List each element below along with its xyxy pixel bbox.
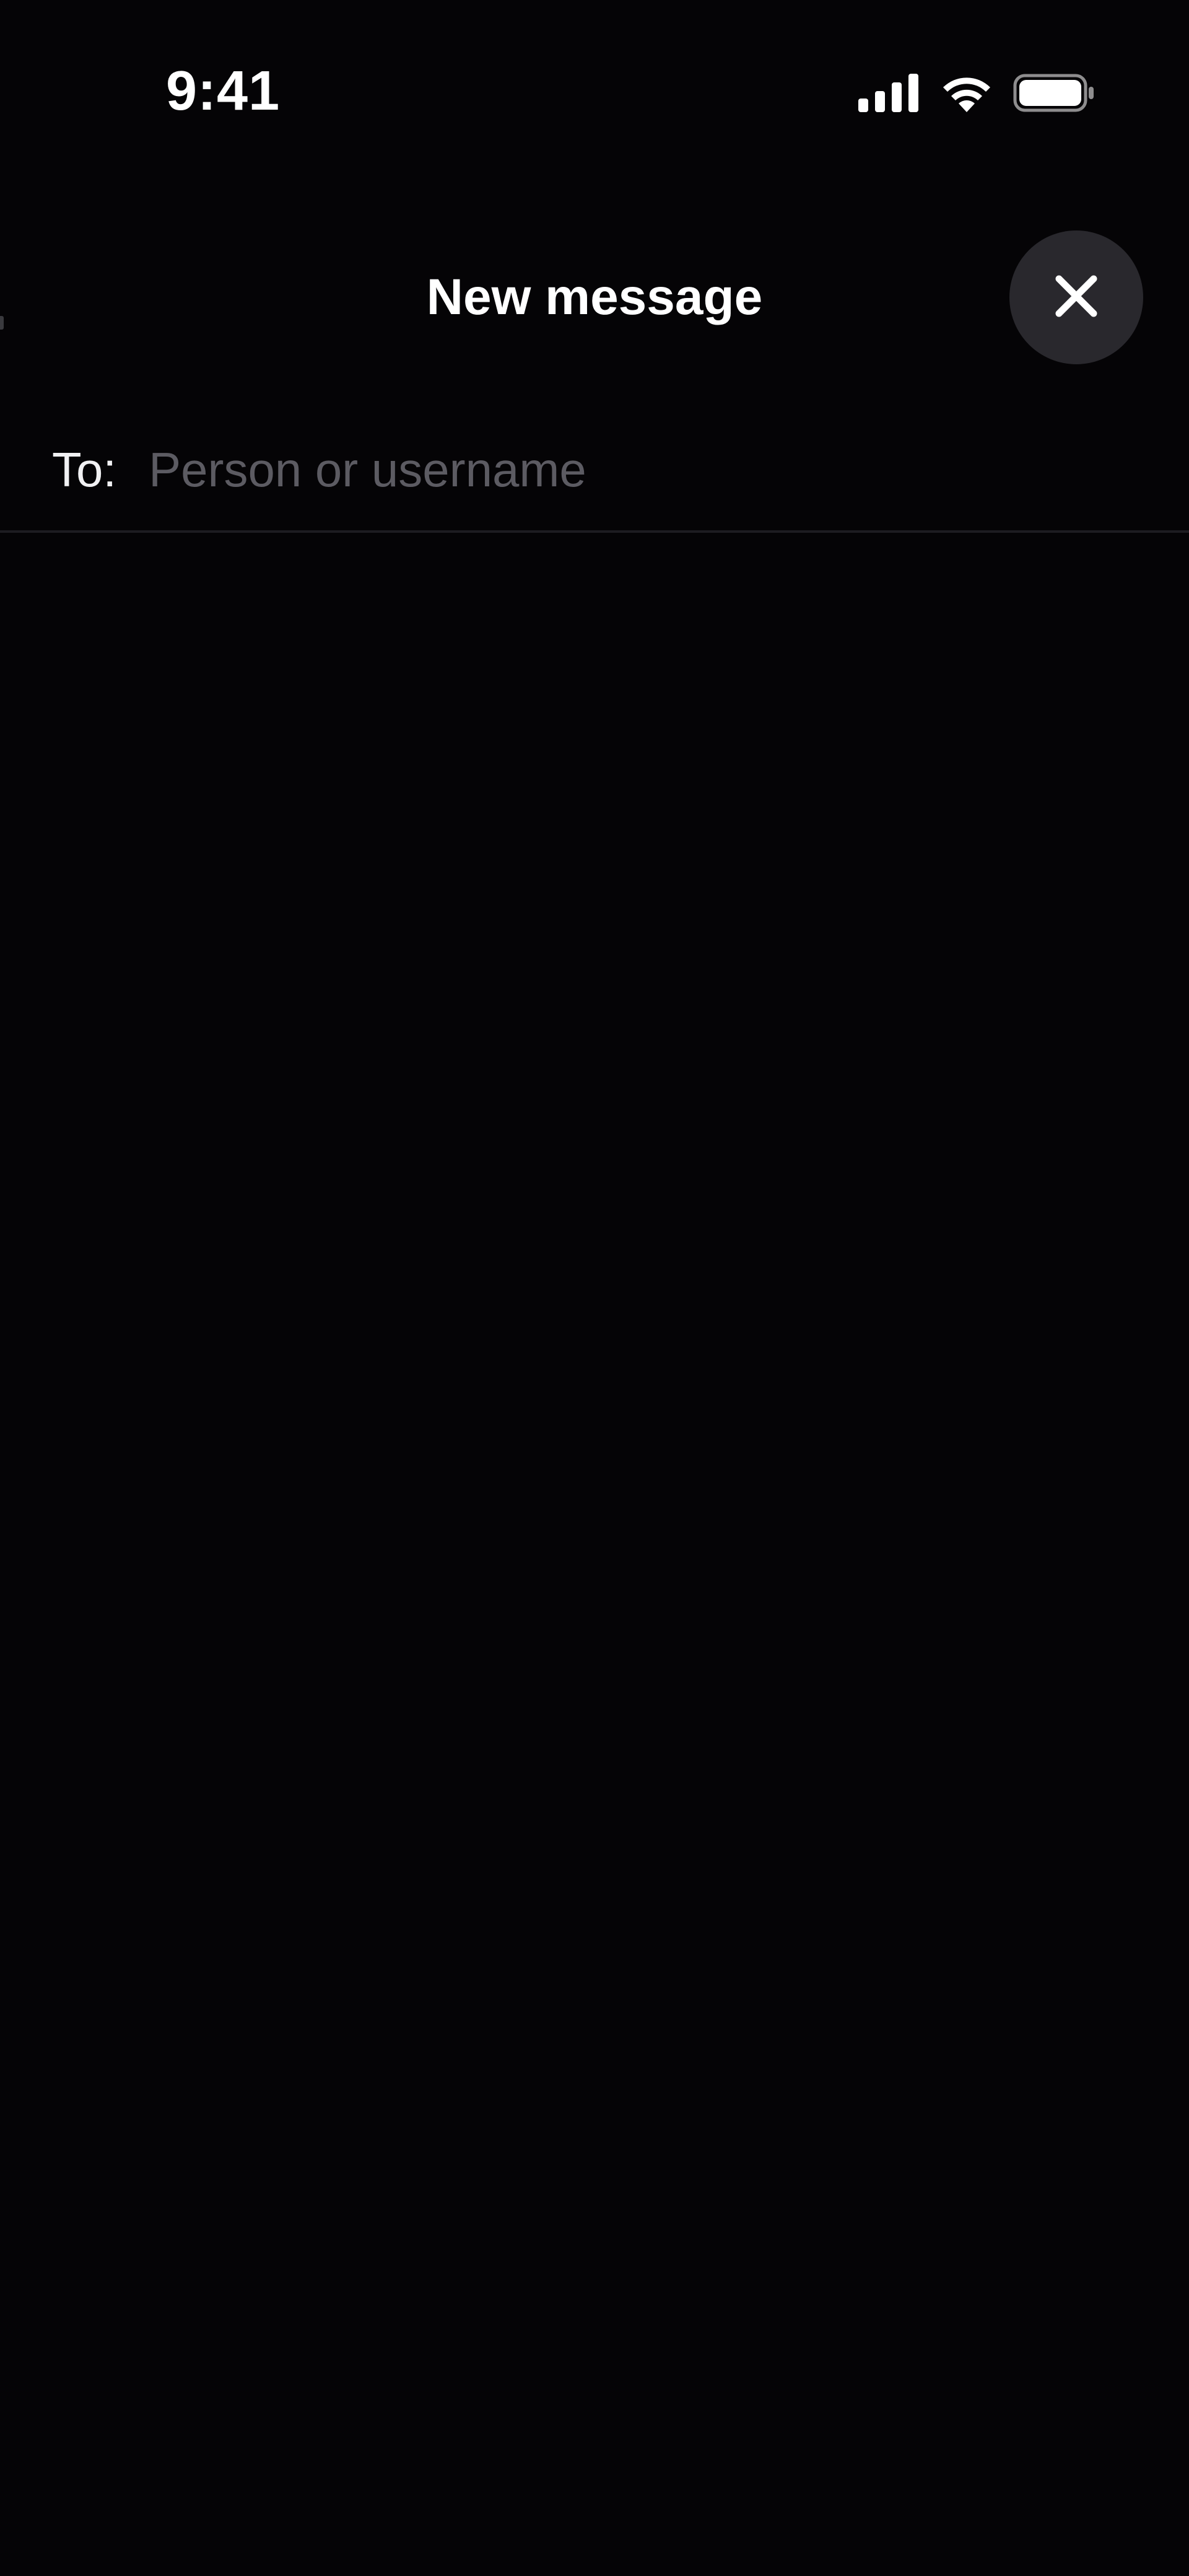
status-time: 9:41 [166, 60, 281, 122]
status-icons [858, 68, 1095, 118]
suggestions-area [0, 533, 1189, 2576]
cellular-signal-icon [858, 74, 920, 112]
recipient-input[interactable] [149, 432, 1140, 507]
recipient-row: To: [0, 409, 1189, 530]
close-button[interactable] [1009, 230, 1143, 364]
wifi-icon [940, 74, 993, 112]
status-bar: 9:41 [0, 0, 1189, 186]
header: New message [0, 223, 1189, 372]
edge-indicator [0, 316, 4, 330]
close-icon [1052, 271, 1101, 324]
new-message-screen: 9:41 New message To: Person or username [0, 0, 1189, 2576]
battery-icon [1013, 74, 1095, 112]
to-label: To: [52, 442, 117, 497]
